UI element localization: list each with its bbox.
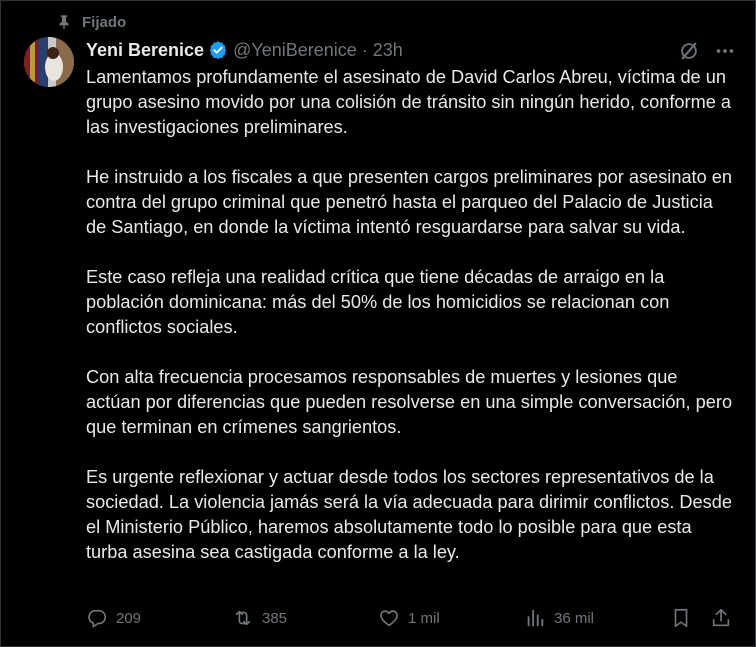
reply-count: 209 bbox=[116, 609, 142, 627]
header-actions bbox=[678, 40, 736, 62]
verified-badge-icon bbox=[209, 41, 227, 60]
post-paragraph: Lamentamos profundamente el asesinato de… bbox=[86, 67, 732, 137]
bookmark-button[interactable] bbox=[670, 607, 692, 629]
more-icon[interactable] bbox=[714, 40, 736, 62]
separator-dot: · bbox=[361, 39, 368, 60]
post-paragraph: He instruido a los fiscales a que presen… bbox=[86, 167, 733, 237]
pinned-label: Fijado bbox=[82, 13, 127, 31]
pin-icon bbox=[59, 15, 69, 30]
like-count: 1 mil bbox=[408, 609, 440, 627]
avatar-image bbox=[24, 37, 74, 87]
views-icon bbox=[527, 609, 544, 627]
repost-count: 385 bbox=[262, 609, 288, 627]
action-bar: 209 385 1 mil 36 mil bbox=[86, 604, 736, 632]
heart-icon bbox=[380, 610, 398, 627]
author-name[interactable]: Yeni Berenice bbox=[86, 40, 204, 61]
author-handle[interactable]: @YeniBerenice bbox=[233, 40, 357, 61]
pinned-indicator: Fijado bbox=[56, 12, 126, 32]
share-icon bbox=[712, 608, 730, 627]
share-button[interactable] bbox=[710, 607, 732, 629]
views-count: 36 mil bbox=[554, 609, 595, 627]
post-header: Yeni Berenice @YeniBerenice · 23h bbox=[86, 38, 736, 62]
reply-button[interactable]: 209 bbox=[86, 607, 141, 629]
grok-icon[interactable] bbox=[678, 40, 700, 62]
post-paragraph: Con alta frecuencia procesamos responsab… bbox=[86, 367, 733, 437]
avatar[interactable] bbox=[24, 37, 74, 87]
repost-icon bbox=[235, 610, 251, 626]
like-button[interactable]: 1 mil bbox=[378, 607, 440, 629]
repost-button[interactable]: 385 bbox=[232, 607, 287, 629]
reply-icon bbox=[88, 609, 107, 628]
post-paragraph: Este caso refleja una realidad crítica q… bbox=[86, 267, 670, 337]
bookmark-icon bbox=[674, 608, 688, 628]
post-text: Lamentamos profundamente el asesinato de… bbox=[86, 65, 736, 590]
views-button[interactable]: 36 mil bbox=[524, 607, 594, 629]
post-time[interactable]: 23h bbox=[373, 40, 403, 61]
post-paragraph: Es urgente reflexionar y actuar desde to… bbox=[86, 467, 732, 562]
